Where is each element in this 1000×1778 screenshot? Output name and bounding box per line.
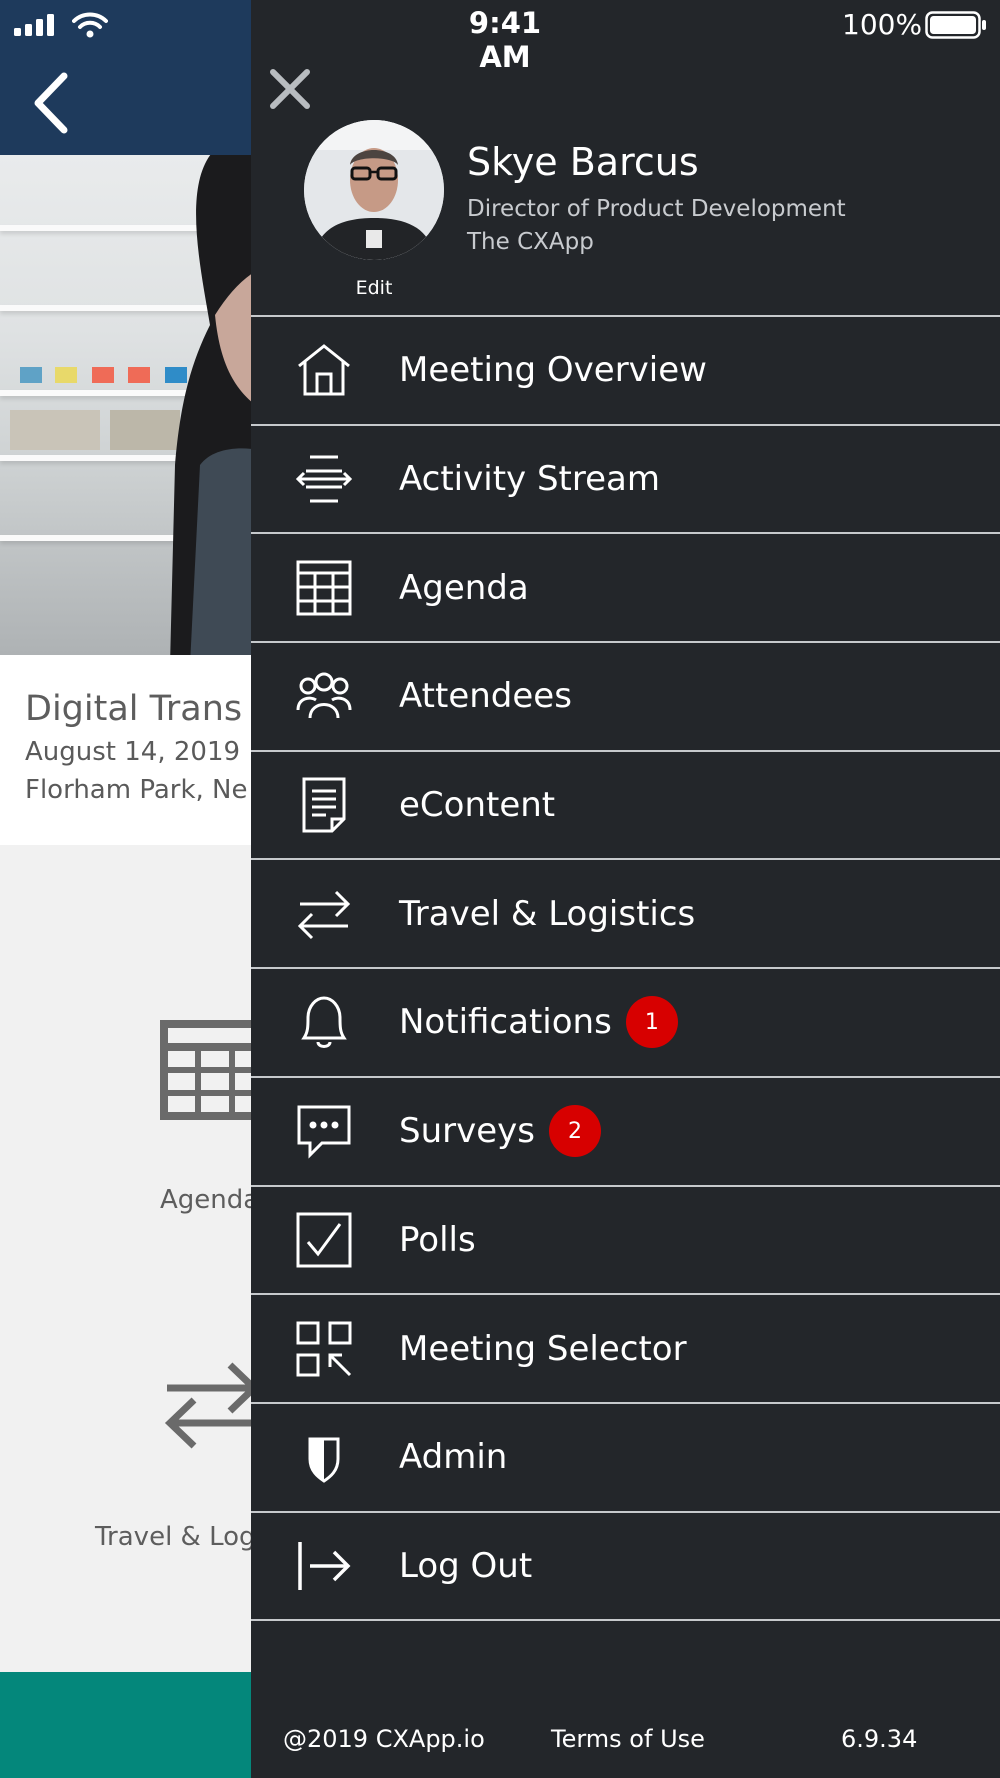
status-time: 9:41 AM: [468, 6, 542, 74]
menu-item-attendees[interactable]: Attendees: [251, 643, 1000, 752]
menu-item-label: Admin: [399, 1437, 508, 1478]
battery-full-icon: [925, 11, 986, 39]
user-job-title: Director of Product Development: [467, 196, 846, 222]
menu-item-polls[interactable]: Polls: [251, 1187, 1000, 1296]
checkbox-icon: [296, 1212, 352, 1268]
bottom-action-bar[interactable]: [0, 1672, 251, 1778]
event-location: Florham Park, Ne: [25, 775, 248, 805]
copyright-text: @2019 CXApp.io: [283, 1725, 485, 1753]
notifications-label: Notifications: [399, 1002, 612, 1043]
surveys-label: Surveys: [399, 1111, 535, 1152]
attendees-icon: [296, 668, 352, 724]
menu-item-label: Notifications 1: [399, 996, 678, 1049]
profile-photo: [304, 120, 444, 260]
menu-item-admin[interactable]: Admin: [251, 1404, 1000, 1513]
cellular-signal-icon: [14, 14, 54, 36]
menu-item-agenda[interactable]: Agenda: [251, 534, 1000, 644]
swap-arrows-icon[interactable]: [162, 1355, 262, 1455]
person-photo: [170, 155, 251, 655]
wifi-icon: [72, 12, 108, 38]
menu-item-label: Meeting Selector: [399, 1328, 687, 1369]
battery-percent: 100%: [842, 8, 923, 41]
logout-icon: [296, 1538, 352, 1594]
user-company: The CXApp: [467, 229, 594, 255]
menu-item-meeting-overview[interactable]: Meeting Overview: [251, 317, 1000, 426]
terms-of-use-link[interactable]: Terms of Use: [551, 1725, 705, 1753]
close-icon: [270, 69, 310, 109]
event-info-card: Digital Trans August 14, 2019 Florham Pa…: [0, 655, 251, 845]
chat-bubble-icon: [296, 1103, 352, 1159]
close-button[interactable]: [267, 66, 313, 112]
agenda-grid-icon: [296, 560, 352, 616]
menu-item-label: Surveys 2: [399, 1105, 601, 1158]
edit-profile-link[interactable]: Edit: [304, 277, 444, 299]
menu-item-label: Meeting Overview: [399, 350, 707, 391]
drawer-footer: @2019 CXApp.io Terms of Use 6.9.34: [251, 1725, 1000, 1761]
menu-item-label: Log Out: [399, 1545, 533, 1586]
activity-stream-icon: [296, 451, 352, 507]
event-title: Digital Trans: [25, 689, 243, 729]
user-name: Skye Barcus: [467, 140, 699, 184]
menu-item-label: Agenda: [399, 567, 529, 608]
status-bar: 9:41 AM 100%: [0, 0, 1000, 74]
menu-item-notifications[interactable]: Notifications 1: [251, 969, 1000, 1078]
back-button[interactable]: [28, 68, 78, 138]
drawer-menu: Meeting Overview Activity Stream Agenda …: [251, 315, 1000, 1622]
shield-icon: [296, 1429, 352, 1485]
side-drawer: Edit Skye Barcus Director of Product Dev…: [251, 0, 1000, 1778]
menu-item-econtent[interactable]: eContent: [251, 752, 1000, 861]
bell-icon: [296, 994, 352, 1050]
swap-arrows-icon: [296, 886, 352, 942]
menu-item-label: eContent: [399, 785, 556, 826]
menu-item-activity-stream[interactable]: Activity Stream: [251, 426, 1000, 535]
qr-selector-icon: [296, 1321, 352, 1377]
agenda-tile-label[interactable]: Agenda: [160, 1185, 259, 1215]
chevron-left-icon: [34, 72, 68, 134]
menu-item-label: Travel & Logistics: [399, 893, 696, 934]
menu-item-meeting-selector[interactable]: Meeting Selector: [251, 1295, 1000, 1404]
event-date: August 14, 2019: [25, 737, 241, 767]
survey-count-badge: 2: [548, 1105, 601, 1158]
menu-item-label: Activity Stream: [399, 459, 660, 500]
menu-item-label: Polls: [399, 1219, 476, 1260]
travel-tile-label[interactable]: Travel & Log: [95, 1522, 256, 1552]
document-icon: [296, 777, 352, 833]
menu-item-surveys[interactable]: Surveys 2: [251, 1078, 1000, 1187]
home-icon: [296, 342, 352, 398]
menu-item-travel-logistics[interactable]: Travel & Logistics: [251, 860, 1000, 970]
app-version: 6.9.34: [841, 1725, 918, 1753]
menu-item-log-out[interactable]: Log Out: [251, 1513, 1000, 1622]
menu-item-label: Attendees: [399, 676, 572, 717]
avatar[interactable]: [304, 120, 444, 260]
event-hero-image: [0, 155, 251, 655]
notification-count-badge: 1: [625, 996, 678, 1049]
